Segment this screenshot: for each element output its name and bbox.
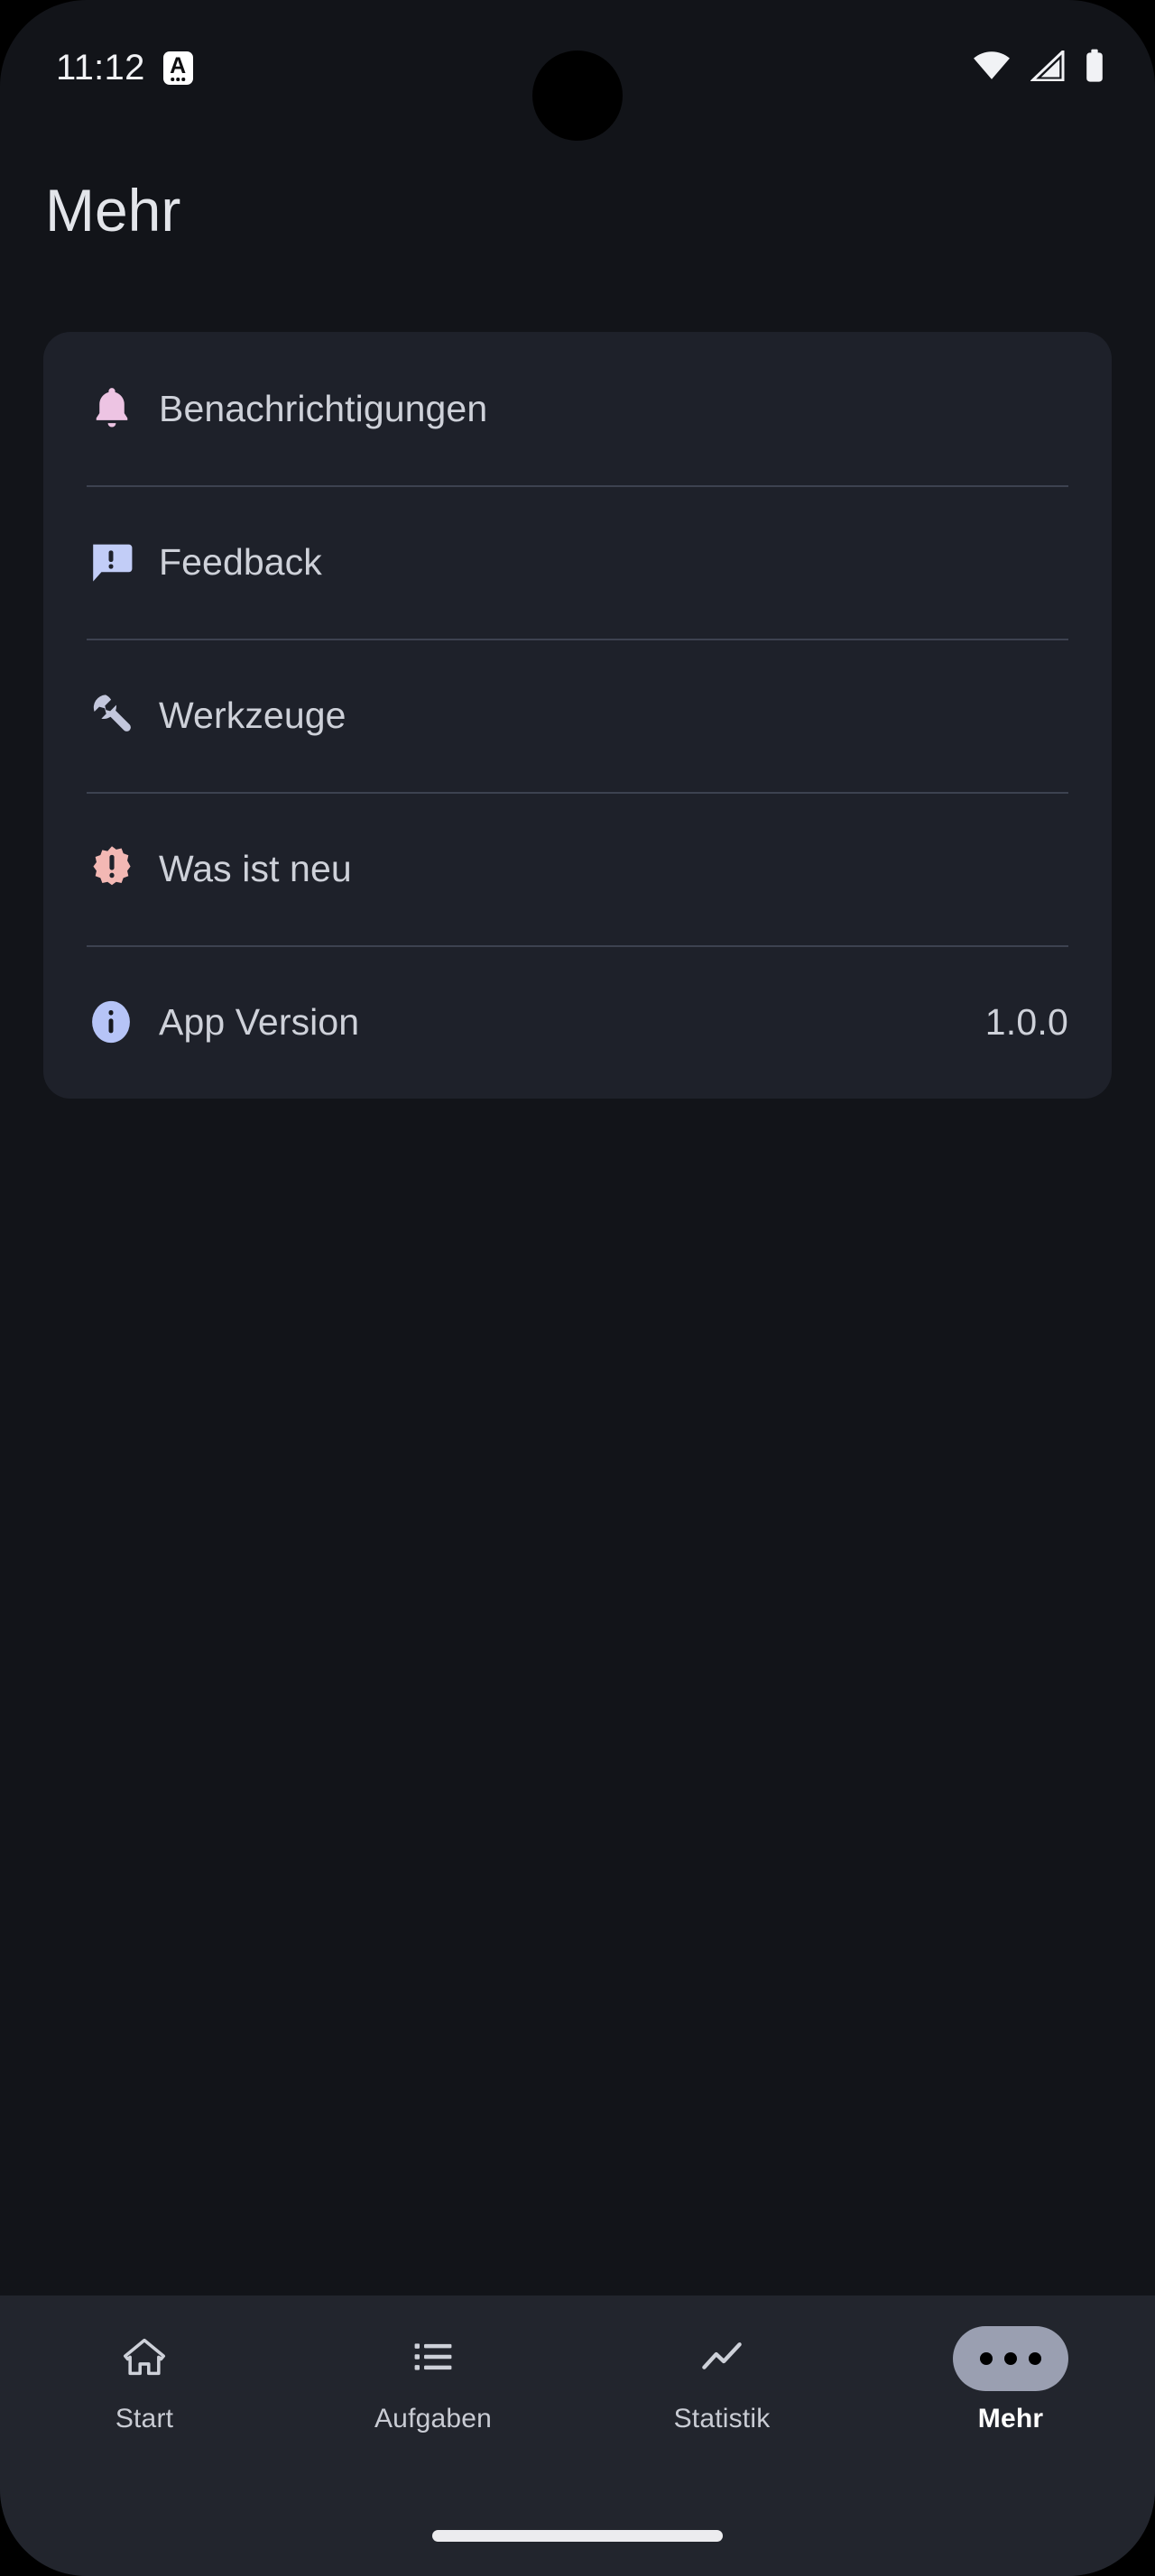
nav-item-aufgaben[interactable]: Aufgaben <box>289 2326 578 2434</box>
settings-row-label: Was ist neu <box>159 847 352 889</box>
settings-row-feedback[interactable]: Feedback <box>43 485 1112 639</box>
nav-label: Aufgaben <box>374 2404 493 2433</box>
battery-icon <box>1085 49 1104 87</box>
nav-label: Start <box>115 2404 174 2433</box>
new-badge-icon <box>87 843 159 894</box>
settings-row-label: Benachrichtigungen <box>159 387 488 429</box>
status-bar-left: 11:12 A <box>56 50 193 86</box>
settings-row-label: Werkzeuge <box>159 694 346 736</box>
app-badge-letter: A <box>170 53 187 78</box>
nav-item-mehr[interactable]: Mehr <box>866 2326 1155 2434</box>
settings-row-tools[interactable]: Werkzeuge <box>43 639 1112 792</box>
nav-icon-wrap <box>664 2326 780 2391</box>
nav-label: Mehr <box>977 2404 1044 2433</box>
status-bar-clock: 11:12 <box>56 48 145 87</box>
app-badge-dots <box>171 78 185 81</box>
camera-punch-hole <box>532 51 623 141</box>
nav-icon-wrap-active <box>953 2326 1068 2391</box>
more-dots-icon <box>980 2352 1041 2365</box>
app-version-value: 1.0.0 <box>984 1000 1068 1043</box>
wrench-icon <box>87 690 159 741</box>
nav-icon-wrap <box>375 2326 491 2391</box>
settings-row-label: Feedback <box>159 540 322 583</box>
app-badge-icon: A <box>162 51 193 85</box>
nav-item-start[interactable]: Start <box>0 2326 289 2434</box>
settings-row-whats-new[interactable]: Was ist neu <box>43 792 1112 945</box>
feedback-icon <box>87 538 159 586</box>
nav-icon-wrap <box>87 2326 202 2391</box>
nav-item-statistik[interactable]: Statistik <box>578 2326 866 2434</box>
settings-card: Benachrichtigungen Feedback Werkzeuge Wa… <box>43 332 1112 1099</box>
settings-row-notifications[interactable]: Benachrichtigungen <box>43 332 1112 485</box>
status-bar-right <box>973 47 1104 87</box>
bell-icon <box>87 383 159 434</box>
cellular-signal-icon <box>1029 47 1065 86</box>
home-icon <box>122 2334 167 2384</box>
info-icon <box>87 998 159 1046</box>
page-title: Mehr <box>45 177 181 244</box>
nav-label: Statistik <box>673 2404 771 2433</box>
list-icon <box>411 2334 456 2384</box>
settings-row-app-version[interactable]: App Version 1.0.0 <box>43 945 1112 1099</box>
chart-line-icon <box>699 2334 744 2384</box>
phone-screen: 11:12 A Mehr Benachrichtigungen Feedback… <box>0 0 1155 2576</box>
wifi-icon <box>973 51 1011 85</box>
gesture-home-indicator[interactable] <box>432 2530 723 2542</box>
settings-row-label: App Version <box>159 1000 360 1043</box>
